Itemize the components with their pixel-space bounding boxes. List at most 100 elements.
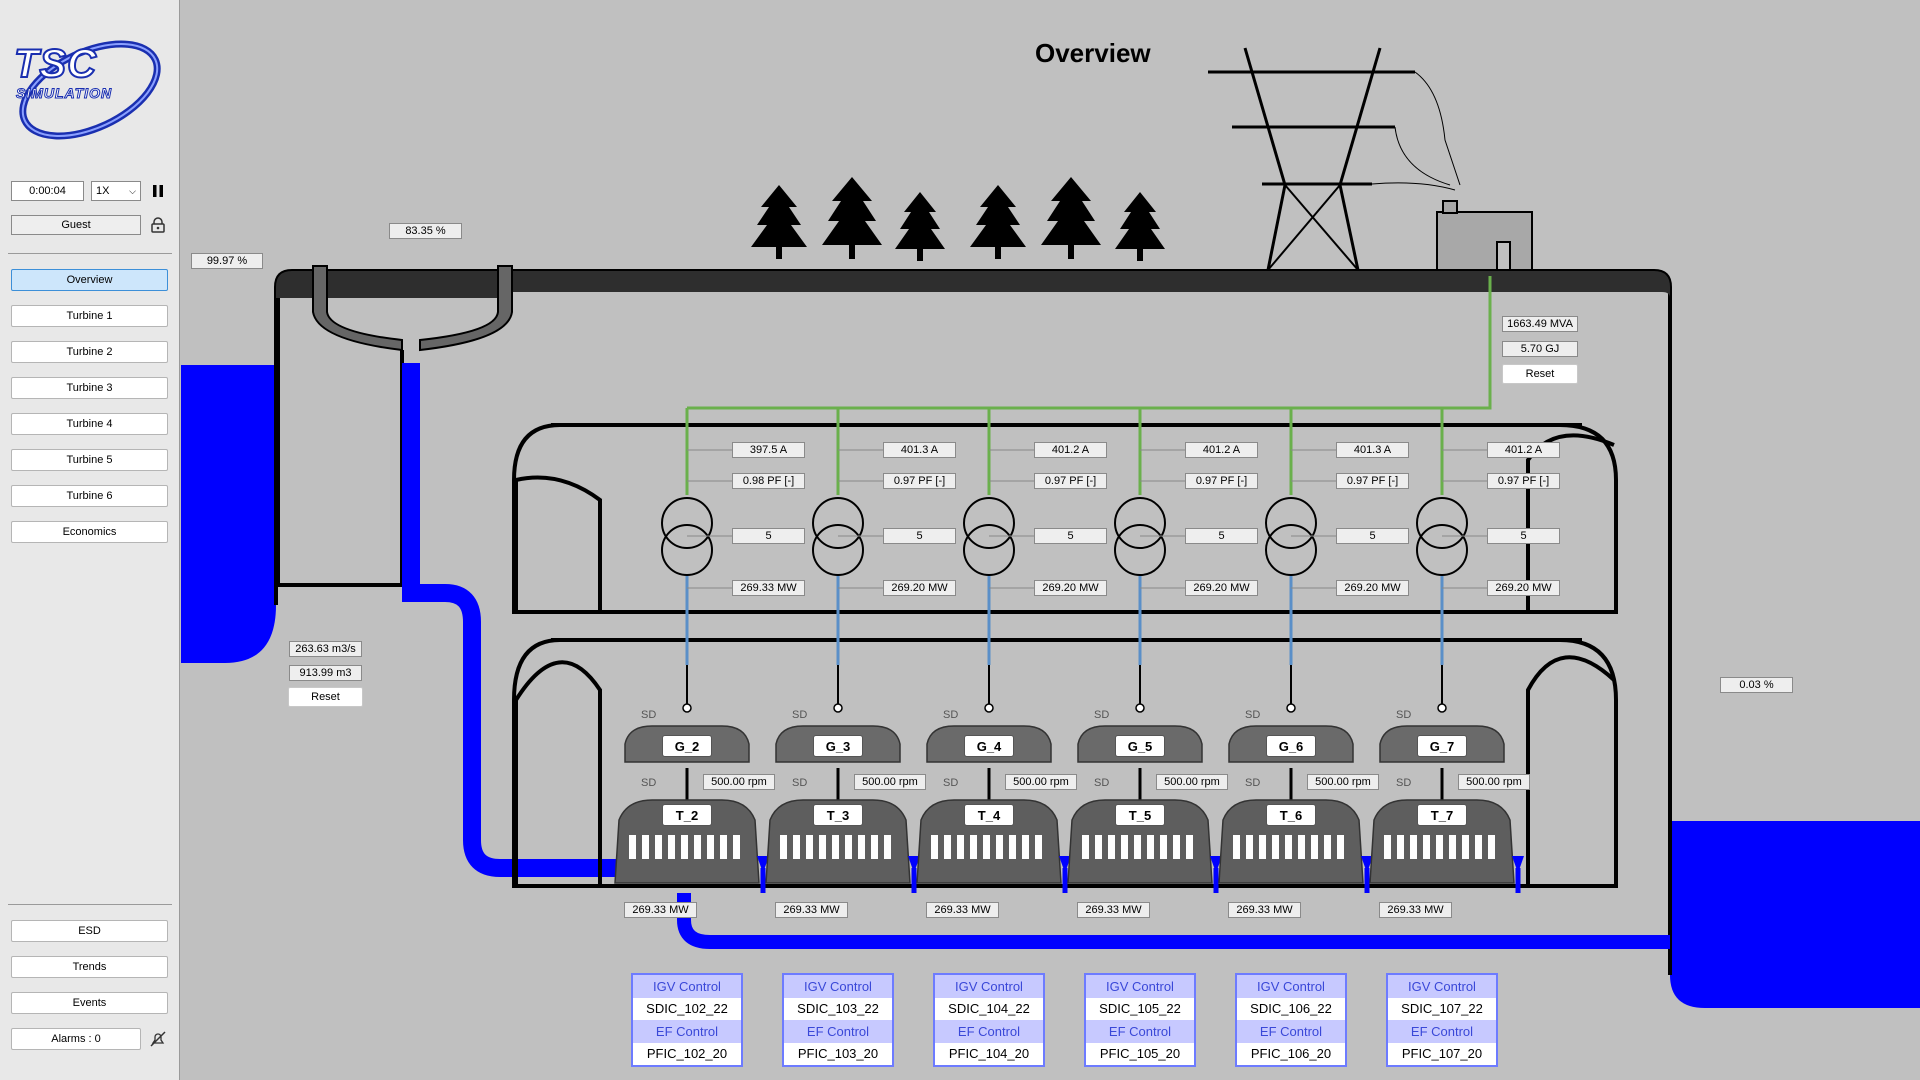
igv-control-header: IGV Control: [1086, 975, 1194, 998]
ef-controller-tag[interactable]: PFIC_105_20: [1086, 1042, 1194, 1065]
unit-control-panel[interactable]: IGV Control SDIC_103_22 EF Control PFIC_…: [782, 973, 894, 1067]
turbine-blade: [832, 835, 839, 859]
generator-label: G_3: [813, 735, 863, 757]
active-power-readout: 269.33 MW: [732, 580, 805, 596]
ef-controller-tag[interactable]: PFIC_106_20: [1237, 1042, 1345, 1065]
grid-bus: [687, 276, 1492, 410]
turbine-blade: [957, 835, 964, 859]
unit-breaker: [833, 703, 843, 713]
active-power-readout: 269.20 MW: [1336, 580, 1409, 596]
transformer-winding-primary: [1114, 497, 1166, 549]
turbine-label: T_7: [1417, 804, 1467, 826]
shutdown-indicator: SD: [943, 709, 959, 721]
turbine-blade: [668, 835, 675, 859]
tailwater-level-readout: 0.03 %: [1720, 677, 1793, 693]
tap-position-readout: 5: [732, 528, 805, 544]
flow-readout: 263.63 m3/s: [289, 641, 362, 657]
turbine-blade: [681, 835, 688, 859]
transformer-winding-primary: [812, 497, 864, 549]
grid-reset-button[interactable]: Reset: [1502, 364, 1578, 384]
current-readout: 401.3 A: [1336, 442, 1409, 458]
unit-control-panel[interactable]: IGV Control SDIC_104_22 EF Control PFIC_…: [933, 973, 1045, 1067]
substation-building: [1436, 200, 1533, 271]
transformer-winding-secondary: [1265, 524, 1317, 576]
unit-control-panel[interactable]: IGV Control SDIC_105_22 EF Control PFIC_…: [1084, 973, 1196, 1067]
transformer-hall-left-arch: [514, 475, 602, 612]
turbine-blade: [1022, 835, 1029, 859]
unit-breaker: [1286, 703, 1296, 713]
turbine-blade: [1410, 835, 1417, 859]
turbine-blade: [1246, 835, 1253, 859]
transformer-winding-secondary: [661, 524, 713, 576]
shutdown-indicator: SD: [1396, 709, 1412, 721]
turbine-blade: [1108, 835, 1115, 859]
shutdown-indicator: SD: [792, 709, 808, 721]
ef-controller-tag[interactable]: PFIC_104_20: [935, 1042, 1043, 1065]
tap-position-readout: 5: [1487, 528, 1560, 544]
turbine-blade: [871, 835, 878, 859]
reservoir-reset-button[interactable]: Reset: [288, 687, 363, 707]
shutdown-indicator: SD: [641, 777, 657, 789]
outflow-readout: 269.33 MW: [624, 902, 697, 918]
shutdown-indicator: SD: [1396, 777, 1412, 789]
igv-controller-tag[interactable]: SDIC_102_22: [633, 997, 741, 1020]
igv-controller-tag[interactable]: SDIC_105_22: [1086, 997, 1194, 1020]
unit-breaker: [984, 703, 994, 713]
transformer-winding-primary: [1416, 497, 1468, 549]
speed-readout: 500.00 rpm: [1156, 774, 1228, 790]
outflow-readout: 269.33 MW: [1077, 902, 1150, 918]
igv-controller-tag[interactable]: SDIC_103_22: [784, 997, 892, 1020]
igv-control-header: IGV Control: [633, 975, 741, 998]
transformer-winding-primary: [661, 497, 713, 549]
igv-controller-tag[interactable]: SDIC_107_22: [1388, 997, 1496, 1020]
ef-controller-tag[interactable]: PFIC_102_20: [633, 1042, 741, 1065]
turbine-blade: [944, 835, 951, 859]
turbine-blade: [1384, 835, 1391, 859]
unit-breaker: [682, 703, 692, 713]
unit-control-panel[interactable]: IGV Control SDIC_106_22 EF Control PFIC_…: [1235, 973, 1347, 1067]
upper-reservoir-water: [181, 365, 276, 663]
shutdown-indicator: SD: [1094, 709, 1110, 721]
transformer-winding-secondary: [1416, 524, 1468, 576]
speed-readout: 500.00 rpm: [854, 774, 926, 790]
igv-control-header: IGV Control: [1237, 975, 1345, 998]
turbine-blade: [1311, 835, 1318, 859]
total-energy-readout: 5.70 GJ: [1502, 341, 1578, 357]
gate-opening-readout: 83.35 %: [389, 223, 462, 239]
turbine-blade: [642, 835, 649, 859]
turbine-blade: [1449, 835, 1456, 859]
igv-control-header: IGV Control: [1388, 975, 1496, 998]
transformer-winding-secondary: [963, 524, 1015, 576]
unit-breaker: [1135, 703, 1145, 713]
ef-control-header: EF Control: [1388, 1020, 1496, 1043]
unit-control-panel[interactable]: IGV Control SDIC_102_22 EF Control PFIC_…: [631, 973, 743, 1067]
active-power-readout: 269.20 MW: [1487, 580, 1560, 596]
turbine-blade: [1134, 835, 1141, 859]
transformer-winding-primary: [963, 497, 1015, 549]
turbine-blade: [1095, 835, 1102, 859]
ground-surface: [276, 271, 1670, 298]
generator-label: G_2: [662, 735, 712, 757]
transformer-winding-primary: [1265, 497, 1317, 549]
upper-level-readout: 99.97 %: [191, 253, 263, 269]
turbine-blade: [1397, 835, 1404, 859]
turbine-blade: [1035, 835, 1042, 859]
turbine-blade: [707, 835, 714, 859]
unit-control-panel[interactable]: IGV Control SDIC_107_22 EF Control PFIC_…: [1386, 973, 1498, 1067]
turbine-blade: [694, 835, 701, 859]
igv-controller-tag[interactable]: SDIC_106_22: [1237, 997, 1345, 1020]
speed-readout: 500.00 rpm: [1005, 774, 1077, 790]
current-readout: 401.2 A: [1034, 442, 1107, 458]
ef-controller-tag[interactable]: PFIC_103_20: [784, 1042, 892, 1065]
tap-position-readout: 5: [1034, 528, 1107, 544]
power-factor-readout: 0.97 PF [-]: [1336, 473, 1409, 489]
turbine-blade: [931, 835, 938, 859]
ef-controller-tag[interactable]: PFIC_107_20: [1388, 1042, 1496, 1065]
outflow-readout: 269.33 MW: [775, 902, 848, 918]
transformer-winding-secondary: [1114, 524, 1166, 576]
outflow-readout: 269.33 MW: [1379, 902, 1452, 918]
igv-controller-tag[interactable]: SDIC_104_22: [935, 997, 1043, 1020]
shutdown-indicator: SD: [1245, 777, 1261, 789]
shutdown-indicator: SD: [792, 777, 808, 789]
power-factor-readout: 0.98 PF [-]: [732, 473, 805, 489]
